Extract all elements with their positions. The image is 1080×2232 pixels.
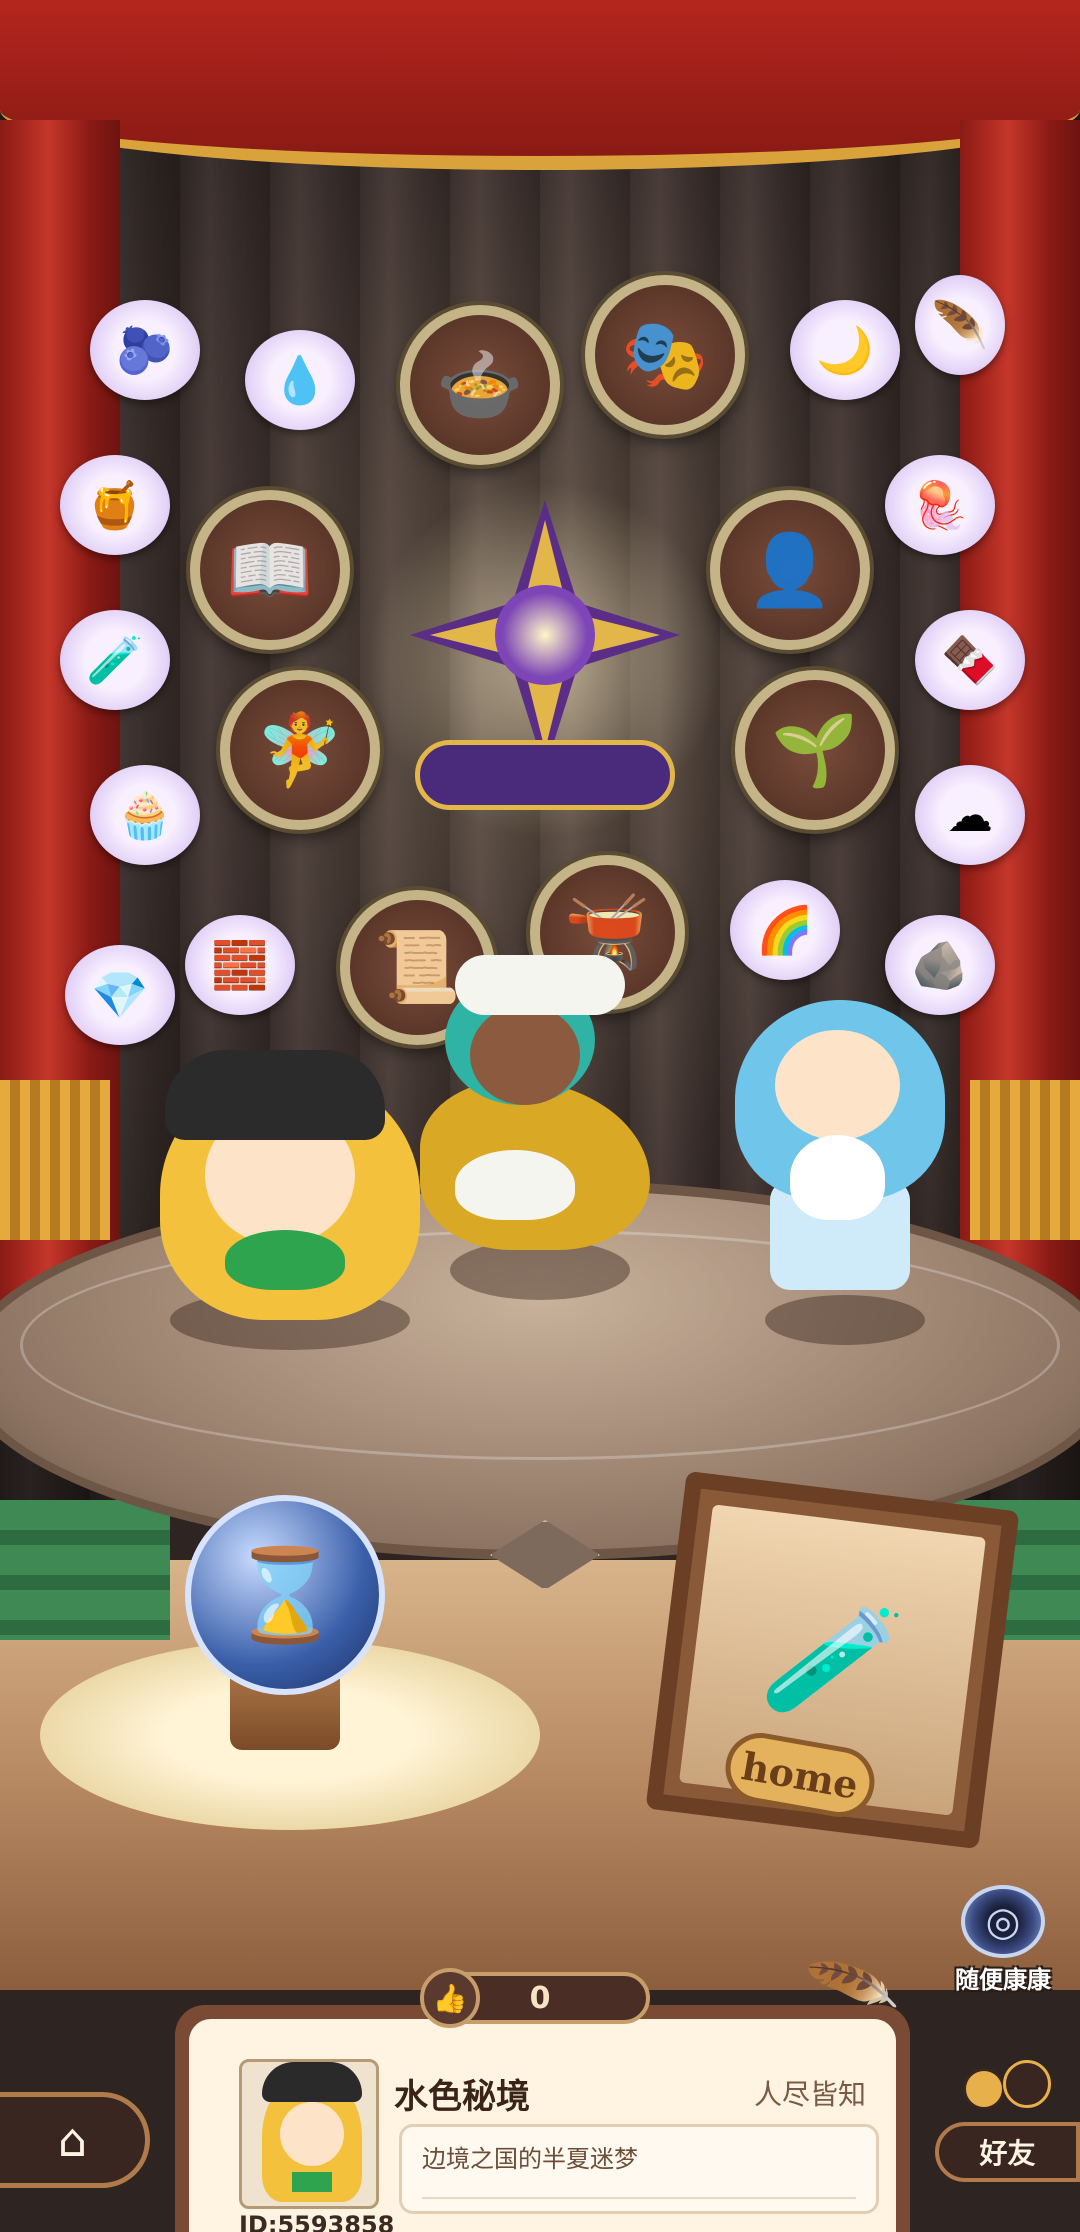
item-cloud-dark-feather[interactable]: 🪶 [915,275,1005,375]
cauldron-picture-icon: 🧪 [756,1587,909,1732]
blue-slime-icon: 💧 [271,352,329,407]
crystal-icon: 💎 [91,967,149,1022]
jellyfish-icon: 🪼 [911,477,969,532]
curtain-top [0,0,1080,170]
description-text: 边境之国的半夏迷梦 [422,2145,638,2173]
avatar-bonnet [262,2062,362,2102]
mask-icon: 🎭 [621,313,709,396]
user-id: ID:5593858 [239,2211,395,2232]
potion-icon: 🧪 [86,632,144,687]
friends-icon [953,2050,1063,2130]
sprout-icon: 🌱 [771,708,859,791]
friend-figure-light [963,2068,1005,2110]
hourglass-icon: ⌛ [228,1542,342,1648]
black-bonnet [165,1050,385,1140]
chocolate-icon: 🍫 [941,632,999,687]
silhouette-icon: 👤 [746,528,834,611]
friend-figure-dark [1003,2060,1051,2108]
item-cloud-honeycomb[interactable]: 🍯 [60,455,170,555]
rainbow-icon: 🌈 [756,902,814,957]
white-turban [455,955,625,1015]
item-cloud-blue-slime[interactable]: 💧 [245,330,355,430]
green-bow [225,1230,345,1290]
emblem-base [415,740,675,810]
stairs-left [0,1500,170,1640]
cauldron-badge[interactable]: 🍲 [400,305,560,465]
friends-button[interactable]: 好友 [935,2050,1080,2190]
friends-label: 好友 [935,2122,1080,2182]
moon-icon: 🌙 [816,322,874,377]
avatar-face [280,2102,344,2166]
item-cloud-rainbow[interactable]: 🌈 [730,880,840,980]
muffin-icon: 🧁 [116,787,174,842]
portal-glyph: ◎ [985,1898,1021,1945]
avatar[interactable] [239,2059,379,2209]
random-visit-label: 随便康康 [955,1966,1051,1994]
item-cloud-chocolate[interactable]: 🍫 [915,610,1025,710]
character-shadow [765,1295,925,1345]
item-cloud-blue-cloud[interactable]: 🫐 [90,300,200,400]
center-star-emblem[interactable] [360,460,730,860]
world-info-panel: ID:5593858 水色秘境 人尽皆知 边境之国的半夏迷梦 [175,2005,910,2232]
item-cloud-crystal[interactable]: 💎 [65,945,175,1045]
honeycomb-icon: 🍯 [86,477,144,532]
sprout-badge[interactable]: 🌱 [735,670,895,830]
mask-badge[interactable]: 🎭 [585,275,745,435]
home-icon: ⌂ [57,2113,88,2167]
description-underline [422,2197,856,2199]
hourglass-orb-button[interactable]: ⌛ [185,1495,385,1695]
random-visit-button[interactable]: ◎ 随便康康 [948,1885,1058,1995]
genie-face [470,1005,580,1105]
stone-icon: 🪨 [911,937,969,992]
thumbs-up-icon[interactable]: 👍 [420,1968,480,2028]
like-count: 0 [529,1980,551,2016]
ice-girl-face [775,1030,900,1140]
book-icon: 📖 [226,528,314,611]
curtain-tassel-right [970,1080,1080,1240]
brick-icon: 🧱 [211,937,269,992]
world-name: 水色秘境 [394,2077,530,2117]
white-pants [455,1150,575,1220]
emblem-core [495,585,595,685]
item-cloud-moon[interactable]: 🌙 [790,300,900,400]
world-description[interactable]: 边境之国的半夏迷梦 [399,2124,879,2214]
visibility-setting[interactable]: 人尽皆知 [754,2073,866,2113]
cotton-icon: ☁ [947,788,993,842]
white-outfit [790,1135,885,1220]
silhouette-badge[interactable]: 👤 [710,490,870,650]
thumbs-up-glyph: 👍 [432,1981,468,2015]
fairy-badge[interactable]: 🧚 [220,670,380,830]
blue-cloud-icon: 🫐 [116,322,174,377]
item-cloud-brick[interactable]: 🧱 [185,915,295,1015]
item-cloud-potion[interactable]: 🧪 [60,610,170,710]
item-cloud-stone[interactable]: 🪨 [885,915,995,1015]
fairy-icon: 🧚 [256,708,344,791]
item-cloud-jellyfish[interactable]: 🪼 [885,455,995,555]
dark-feather-icon: 🪶 [931,297,989,352]
home-button[interactable]: ⌂ [0,2092,150,2188]
curtain-tassel-left [0,1080,110,1240]
portal-icon: ◎ [961,1885,1045,1958]
item-cloud-cotton[interactable]: ☁ [915,765,1025,865]
scroll-icon: 📜 [373,926,462,1008]
panel-card: ID:5593858 水色秘境 人尽皆知 边境之国的半夏迷梦 [189,2019,896,2232]
cauldron-icon: 🍲 [436,343,524,426]
avatar-bow [292,2172,332,2192]
item-cloud-muffin[interactable]: 🧁 [90,765,200,865]
book-badge[interactable]: 📖 [190,490,350,650]
